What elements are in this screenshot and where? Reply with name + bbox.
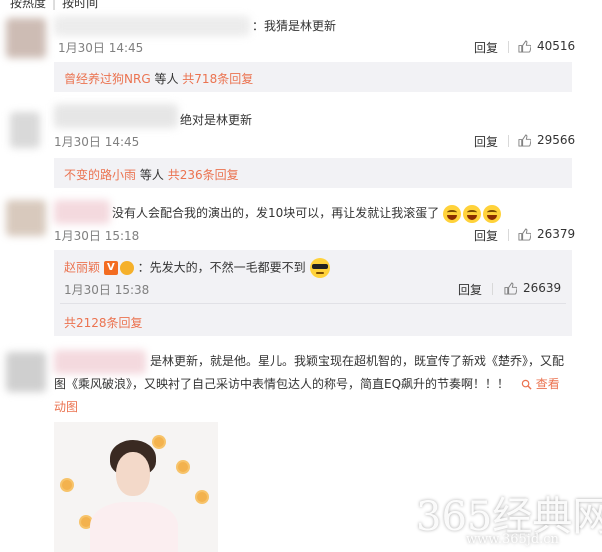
thumbs-up-icon bbox=[518, 227, 531, 241]
laughing-emoji bbox=[463, 204, 482, 223]
reply-line: 赵丽颖 V ：先发大的，不然一毛都要不到 bbox=[64, 258, 330, 278]
redacted-username bbox=[54, 104, 178, 128]
divider bbox=[508, 229, 509, 241]
redacted-username bbox=[54, 16, 250, 36]
reply-button[interactable]: 回复 bbox=[474, 227, 498, 244]
attached-image[interactable] bbox=[54, 422, 218, 552]
reply-button[interactable]: 回复 bbox=[458, 281, 482, 298]
comment-text-line-1: 是林更新，就是他。星儿。我颖宝现在超机智的，既宣传了新戏《楚乔》，又配 bbox=[150, 354, 565, 368]
sub-reply-user[interactable]: 不变的路小雨 bbox=[64, 168, 136, 182]
sort-by-hot[interactable]: 按热度 bbox=[10, 0, 46, 10]
like-button[interactable]: 26379 bbox=[518, 227, 575, 241]
redacted-username bbox=[54, 350, 146, 374]
like-count: 26639 bbox=[523, 281, 562, 295]
person-body bbox=[90, 502, 178, 552]
sunglasses-emoji bbox=[309, 258, 330, 278]
person-face bbox=[116, 452, 150, 496]
zoom-icon bbox=[521, 379, 532, 390]
reply-text: ：先发大的，不然一毛都要不到 bbox=[137, 260, 306, 275]
reply-time: 1月30日 15:38 bbox=[64, 283, 150, 297]
sub-reply-box: 不变的路小雨 等人 共236条回复 bbox=[54, 158, 572, 188]
watermark-url: www.365jd.cn bbox=[466, 532, 559, 547]
sort-bar: 按热度 | 按时间 bbox=[10, 0, 98, 11]
reply-button[interactable]: 回复 bbox=[474, 133, 498, 150]
verified-badge-icon: V bbox=[103, 261, 118, 275]
flower-decoration bbox=[62, 480, 72, 490]
member-badge-icon bbox=[119, 261, 134, 275]
flower-decoration bbox=[154, 437, 164, 447]
view-gif-link-continued[interactable]: 动图 bbox=[54, 398, 78, 415]
like-count: 29566 bbox=[537, 133, 576, 147]
sort-by-time[interactable]: 按时间 bbox=[62, 0, 98, 10]
like-count: 40516 bbox=[537, 39, 576, 53]
thumbs-up-icon bbox=[504, 281, 517, 295]
comment-text: 没有人会配合我的演出的，发10块可以，再让发就让我滚蛋了 bbox=[112, 204, 502, 223]
like-button[interactable]: 29566 bbox=[518, 133, 575, 147]
avatar[interactable] bbox=[6, 352, 46, 392]
avatar[interactable] bbox=[10, 112, 40, 148]
divider bbox=[508, 135, 509, 147]
comment-text: ：我猜是林更新 bbox=[252, 19, 337, 33]
view-gif-link[interactable]: 查看 bbox=[536, 377, 560, 391]
divider bbox=[508, 41, 509, 53]
comment-time: 1月30日 14:45 bbox=[54, 135, 140, 149]
sub-reply-user[interactable]: 曾经养过狗NRG bbox=[64, 72, 151, 86]
reply-author[interactable]: 赵丽颖 bbox=[64, 261, 100, 275]
sub-reply-middle: 等人 bbox=[139, 168, 164, 182]
comment-time: 1月30日 15:18 bbox=[54, 229, 140, 243]
reply-thread-divider bbox=[60, 303, 566, 304]
laughing-emoji bbox=[483, 204, 502, 223]
sub-reply-middle: 等人 bbox=[154, 72, 179, 86]
sub-reply-count[interactable]: 共2128条回复 bbox=[64, 314, 143, 331]
flower-decoration bbox=[197, 492, 207, 502]
laughing-emoji bbox=[443, 204, 462, 223]
thumbs-up-icon bbox=[518, 39, 531, 53]
sub-reply-box: 曾经养过狗NRG 等人 共718条回复 bbox=[54, 62, 572, 92]
comment-text-line-2: 图《乘风破浪》，又映衬了自己采访中表情包达人的称号，简直EQ飙升的节奏啊！！！ … bbox=[54, 377, 560, 391]
divider bbox=[492, 283, 493, 295]
like-button[interactable]: 40516 bbox=[518, 39, 575, 53]
avatar[interactable] bbox=[6, 18, 46, 58]
comment-text: 绝对是林更新 bbox=[180, 113, 253, 127]
avatar[interactable] bbox=[6, 200, 46, 236]
flower-decoration bbox=[178, 462, 188, 472]
sub-reply-count[interactable]: 共718条回复 bbox=[182, 72, 253, 86]
redacted-username bbox=[54, 200, 110, 224]
like-button[interactable]: 26639 bbox=[504, 281, 561, 295]
sub-reply-count[interactable]: 共236条回复 bbox=[168, 168, 239, 182]
like-count: 26379 bbox=[537, 227, 576, 241]
thumbs-up-icon bbox=[518, 133, 531, 147]
reply-button[interactable]: 回复 bbox=[474, 39, 498, 56]
comment-time: 1月30日 14:45 bbox=[58, 41, 144, 55]
